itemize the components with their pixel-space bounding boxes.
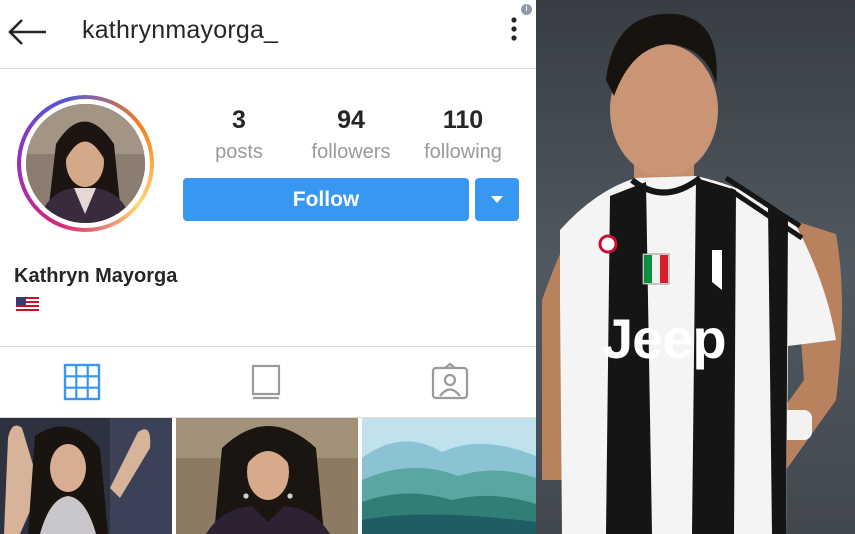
suggested-dropdown-button[interactable] xyxy=(475,178,519,221)
footballer-photo: Jeep xyxy=(536,0,855,534)
back-button[interactable] xyxy=(6,14,50,50)
tab-feed[interactable] xyxy=(246,363,286,401)
following-stat[interactable]: 110 following xyxy=(410,106,516,164)
posts-label: posts xyxy=(215,141,263,163)
tab-tagged[interactable] xyxy=(430,362,470,401)
avatar xyxy=(26,104,145,223)
jersey-sponsor-text: Jeep xyxy=(602,307,726,370)
posts-count: 3 xyxy=(232,106,246,134)
grid-photo-3[interactable] xyxy=(362,418,536,534)
instagram-profile: kathrynmayorga_ i 3 posts 94 followers 1… xyxy=(0,0,536,534)
followers-count: 94 xyxy=(337,106,365,134)
chevron-down-icon xyxy=(491,196,503,203)
grid-icon xyxy=(63,363,101,401)
profile-tabs xyxy=(0,346,536,418)
tagged-photos-icon xyxy=(431,362,469,400)
profile-header: kathrynmayorga_ i xyxy=(0,0,536,69)
grid-photo-2[interactable] xyxy=(176,418,358,534)
profile-username: kathrynmayorga_ xyxy=(82,16,279,44)
follow-button[interactable]: Follow xyxy=(183,178,469,221)
following-label: following xyxy=(424,141,502,163)
info-icon[interactable]: i xyxy=(521,4,532,15)
posts-stat[interactable]: 3 posts xyxy=(199,106,279,164)
feed-icon xyxy=(251,364,281,400)
grid-photo-1[interactable] xyxy=(0,418,172,534)
following-count: 110 xyxy=(442,106,484,134)
profile-full-name: Kathryn Mayorga xyxy=(14,265,178,287)
followers-label: followers xyxy=(311,141,391,163)
followers-stat[interactable]: 94 followers xyxy=(300,106,402,164)
story-ring[interactable] xyxy=(17,95,154,232)
arrow-left-icon xyxy=(8,19,46,45)
us-flag-icon xyxy=(16,297,39,312)
tab-grid[interactable] xyxy=(62,363,102,401)
